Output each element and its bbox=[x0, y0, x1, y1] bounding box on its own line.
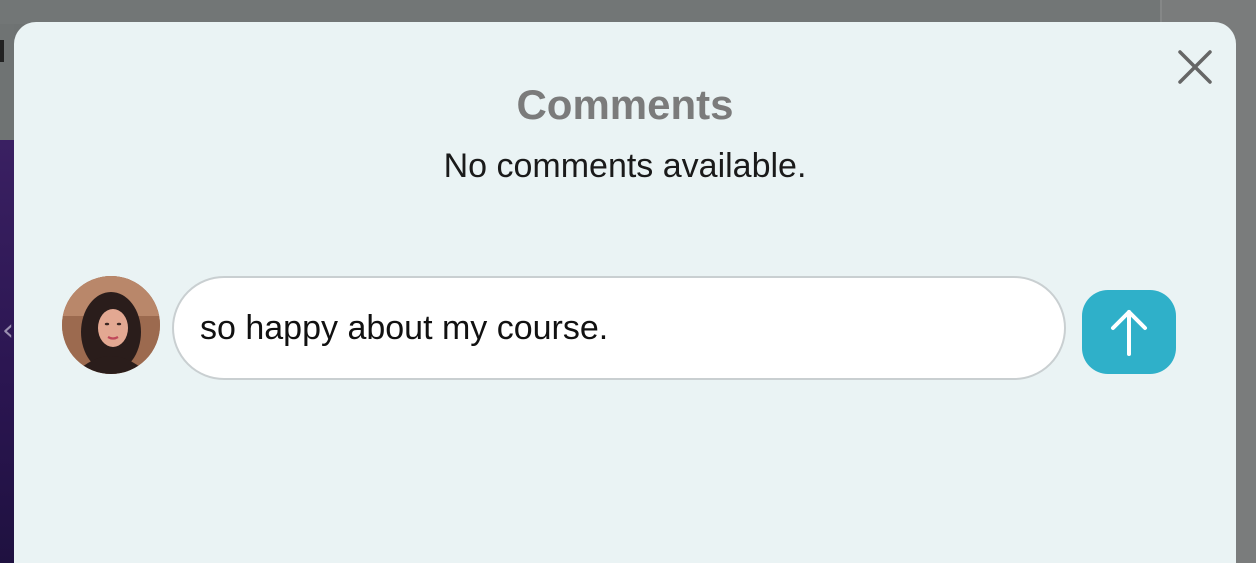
comment-input[interactable] bbox=[172, 276, 1066, 380]
empty-comments-message: No comments available. bbox=[443, 147, 807, 185]
comments-modal: Comments No comments available. bbox=[14, 22, 1236, 563]
close-button[interactable] bbox=[1176, 48, 1214, 86]
arrow-up-icon bbox=[1111, 310, 1147, 356]
send-button[interactable] bbox=[1082, 290, 1176, 374]
user-avatar bbox=[62, 276, 160, 374]
modal-title: Comments bbox=[516, 81, 734, 128]
backdrop-chevron-icon: ‹ bbox=[2, 313, 14, 348]
backdrop-divider bbox=[1160, 0, 1162, 24]
backdrop-left-banner bbox=[0, 140, 14, 563]
backdrop-top bbox=[0, 0, 1256, 24]
close-icon bbox=[1178, 50, 1212, 84]
backdrop-left-mark bbox=[0, 40, 4, 62]
